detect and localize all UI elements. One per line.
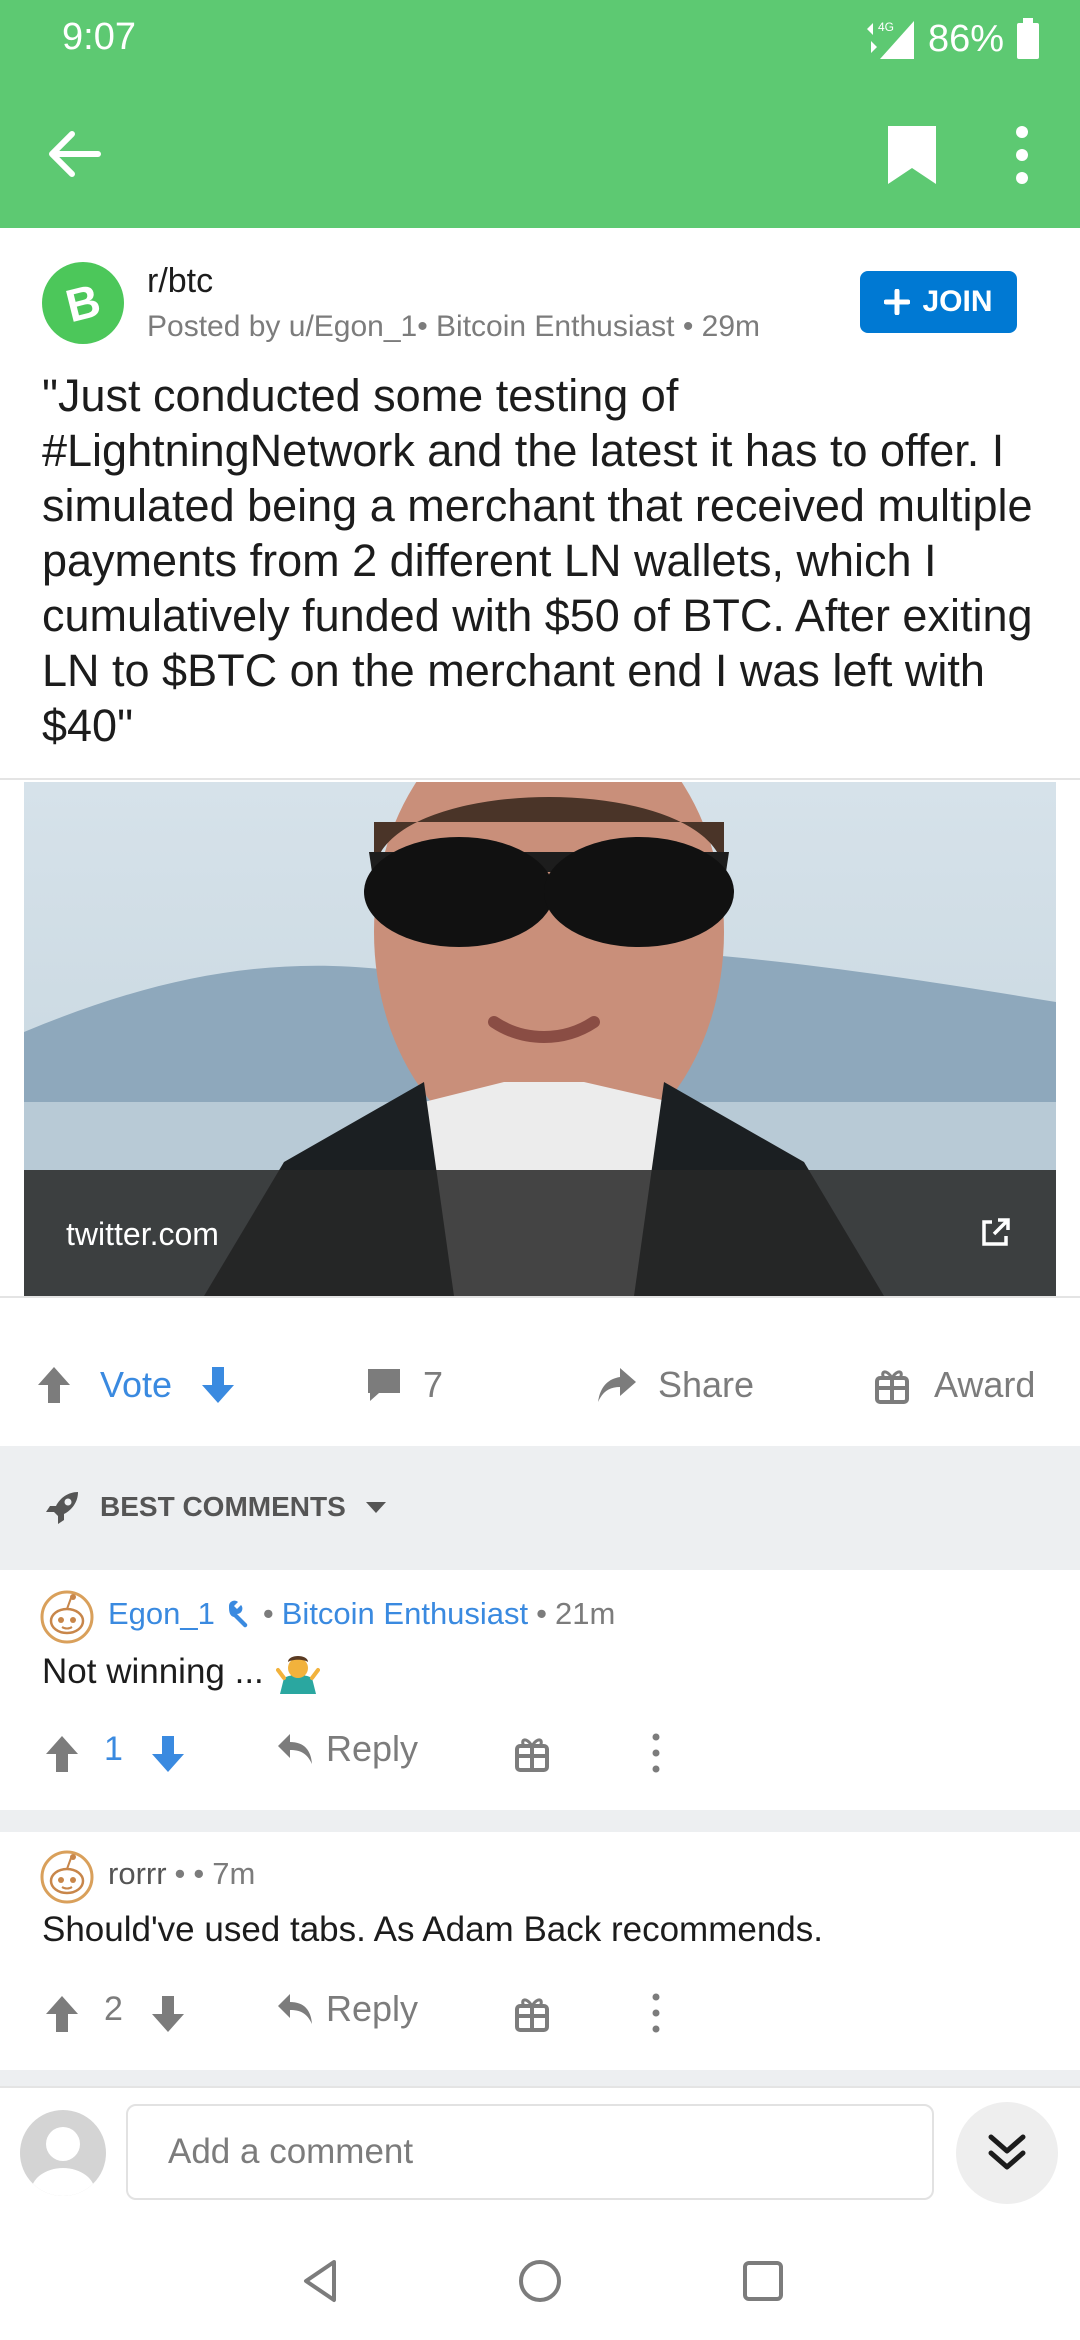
snoo-avatar-icon[interactable] [40,1850,94,1904]
comment-item: rorrr • • 7m Should've used tabs. As Ada… [0,1832,1080,2070]
nav-back-icon[interactable] [296,2256,346,2306]
system-nav-bar [0,2216,1080,2340]
comment-actions: 2 Reply [0,1984,1080,2044]
rocket-icon [46,1492,78,1524]
user-silhouette-icon [31,2127,95,2196]
comment-composer: Add a comment [0,2086,1080,2216]
comment-author[interactable]: Egon_1 [108,1596,215,1632]
status-right: 4G 86% [864,14,1040,64]
battery-percent: 86% [927,17,1004,60]
vote-label: Vote [100,1364,173,1405]
sort-label: BEST COMMENTS [100,1491,346,1522]
post-title: "Just conducted some testing of #Lightni… [42,370,1033,751]
battery-icon [1017,18,1039,59]
upvote-icon[interactable] [44,1734,80,1774]
shrug-emoji-icon [275,1656,320,1694]
status-bar: 9:07 4G 86% [0,0,1080,80]
post-action-bar: Vote 7 Share Award [0,1330,1080,1440]
gift-icon[interactable] [514,1994,550,2032]
reply-button[interactable]: Reply [276,1988,418,2030]
status-time: 9:07 [62,16,136,58]
more-vert-icon[interactable] [646,1730,666,1776]
back-arrow-icon[interactable] [44,124,104,184]
more-vert-icon[interactable] [646,1990,666,2036]
join-label: JOIN [922,285,993,318]
gift-icon [875,1370,909,1404]
vote-control: Vote [36,1360,236,1410]
comment-sort-selector[interactable]: BEST COMMENTS [44,1488,388,1526]
plus-icon [884,289,911,315]
comment-author[interactable]: rorrr [108,1856,167,1892]
app-bar [0,100,1080,210]
comment-score: 2 [104,1990,123,2028]
top-bar: 9:07 4G 86% [0,0,1080,228]
add-comment-placeholder: Add a comment [168,2132,414,2171]
add-comment-input[interactable]: Add a comment [126,2104,934,2200]
upvote-icon[interactable] [36,1365,72,1405]
reply-label: Reply [326,1988,419,2029]
comment-divider [0,1810,1080,1832]
link-domain: twitter.com [66,1216,219,1252]
reply-icon [278,1734,312,1764]
reply-icon [278,1994,312,2024]
meta-dot: • [193,1856,205,1891]
comment-sort-bar[interactable]: BEST COMMENTS [0,1446,1080,1570]
mod-wrench-icon [228,1600,248,1628]
downvote-icon[interactable] [150,1734,186,1774]
caret-down-icon [365,1502,386,1513]
reply-label: Reply [326,1728,419,1769]
bookmark-icon[interactable] [884,122,940,188]
subreddit-avatar[interactable]: B [42,262,124,344]
more-vert-icon[interactable] [1000,122,1044,188]
share-button[interactable]: Share [596,1360,754,1410]
comments-count: 7 [423,1364,444,1405]
award-button[interactable]: Award [874,1360,1035,1410]
share-icon [598,1368,636,1402]
subreddit-name[interactable]: r/btc [147,262,213,301]
snoo-avatar-icon[interactable] [40,1590,94,1644]
external-link-icon [982,1218,1010,1246]
comment-text: Not winning ... [42,1652,264,1691]
comment-meta: rorrr • • 7m [108,1856,255,1892]
share-label: Share [658,1364,755,1405]
double-chevron-down-icon [988,2134,1026,2170]
collapse-comments-button[interactable] [956,2102,1058,2204]
svg-text:B: B [61,274,106,332]
comment-body: Should've used tabs. As Adam Back recomm… [42,1910,823,1950]
link-domain-bar[interactable]: twitter.com [24,1170,1056,1296]
downvote-icon[interactable] [150,1994,186,2034]
meta-dot: • [536,1596,548,1631]
nav-home-icon[interactable] [515,2256,565,2306]
comments-count-button[interactable]: 7 [365,1360,443,1410]
award-label: Award [934,1364,1036,1405]
reply-button[interactable]: Reply [276,1728,418,1770]
post-detail-screen: 9:07 4G 86% B r/btc Posted by u/Egon_1• … [0,0,1080,2340]
comment-icon [368,1369,400,1401]
bitcoin-cash-icon: B [61,274,106,332]
comment-score: 1 [104,1730,123,1768]
nav-recents-icon[interactable] [738,2256,788,2306]
gift-icon[interactable] [514,1734,550,1772]
network-type: 4G [878,20,894,34]
comment-age: 21m [555,1596,616,1631]
comment-divider [0,2070,1080,2086]
comment-age: 7m [212,1856,256,1891]
meta-dot: • [174,1856,186,1891]
upvote-icon[interactable] [44,1994,80,2034]
signal-icon: 4G [866,20,914,59]
user-avatar[interactable] [20,2110,106,2196]
comment-meta: Egon_1 • Bitcoin Enthusiast • 21m [108,1596,615,1632]
comment-body: Not winning ... [42,1650,320,1694]
join-button[interactable]: JOIN [860,271,1017,333]
comment-flair: Bitcoin Enthusiast [281,1596,529,1631]
post-byline: Posted by u/Egon_1• Bitcoin Enthusiast •… [147,310,761,343]
comment-text: Should've used tabs. As Adam Back recomm… [42,1910,823,1949]
downvote-icon[interactable] [200,1365,236,1405]
comment-actions: 1 Reply [0,1724,1080,1784]
meta-dot: • [262,1596,274,1631]
comment-item: Egon_1 • Bitcoin Enthusiast • 21m Not wi… [0,1572,1080,1810]
